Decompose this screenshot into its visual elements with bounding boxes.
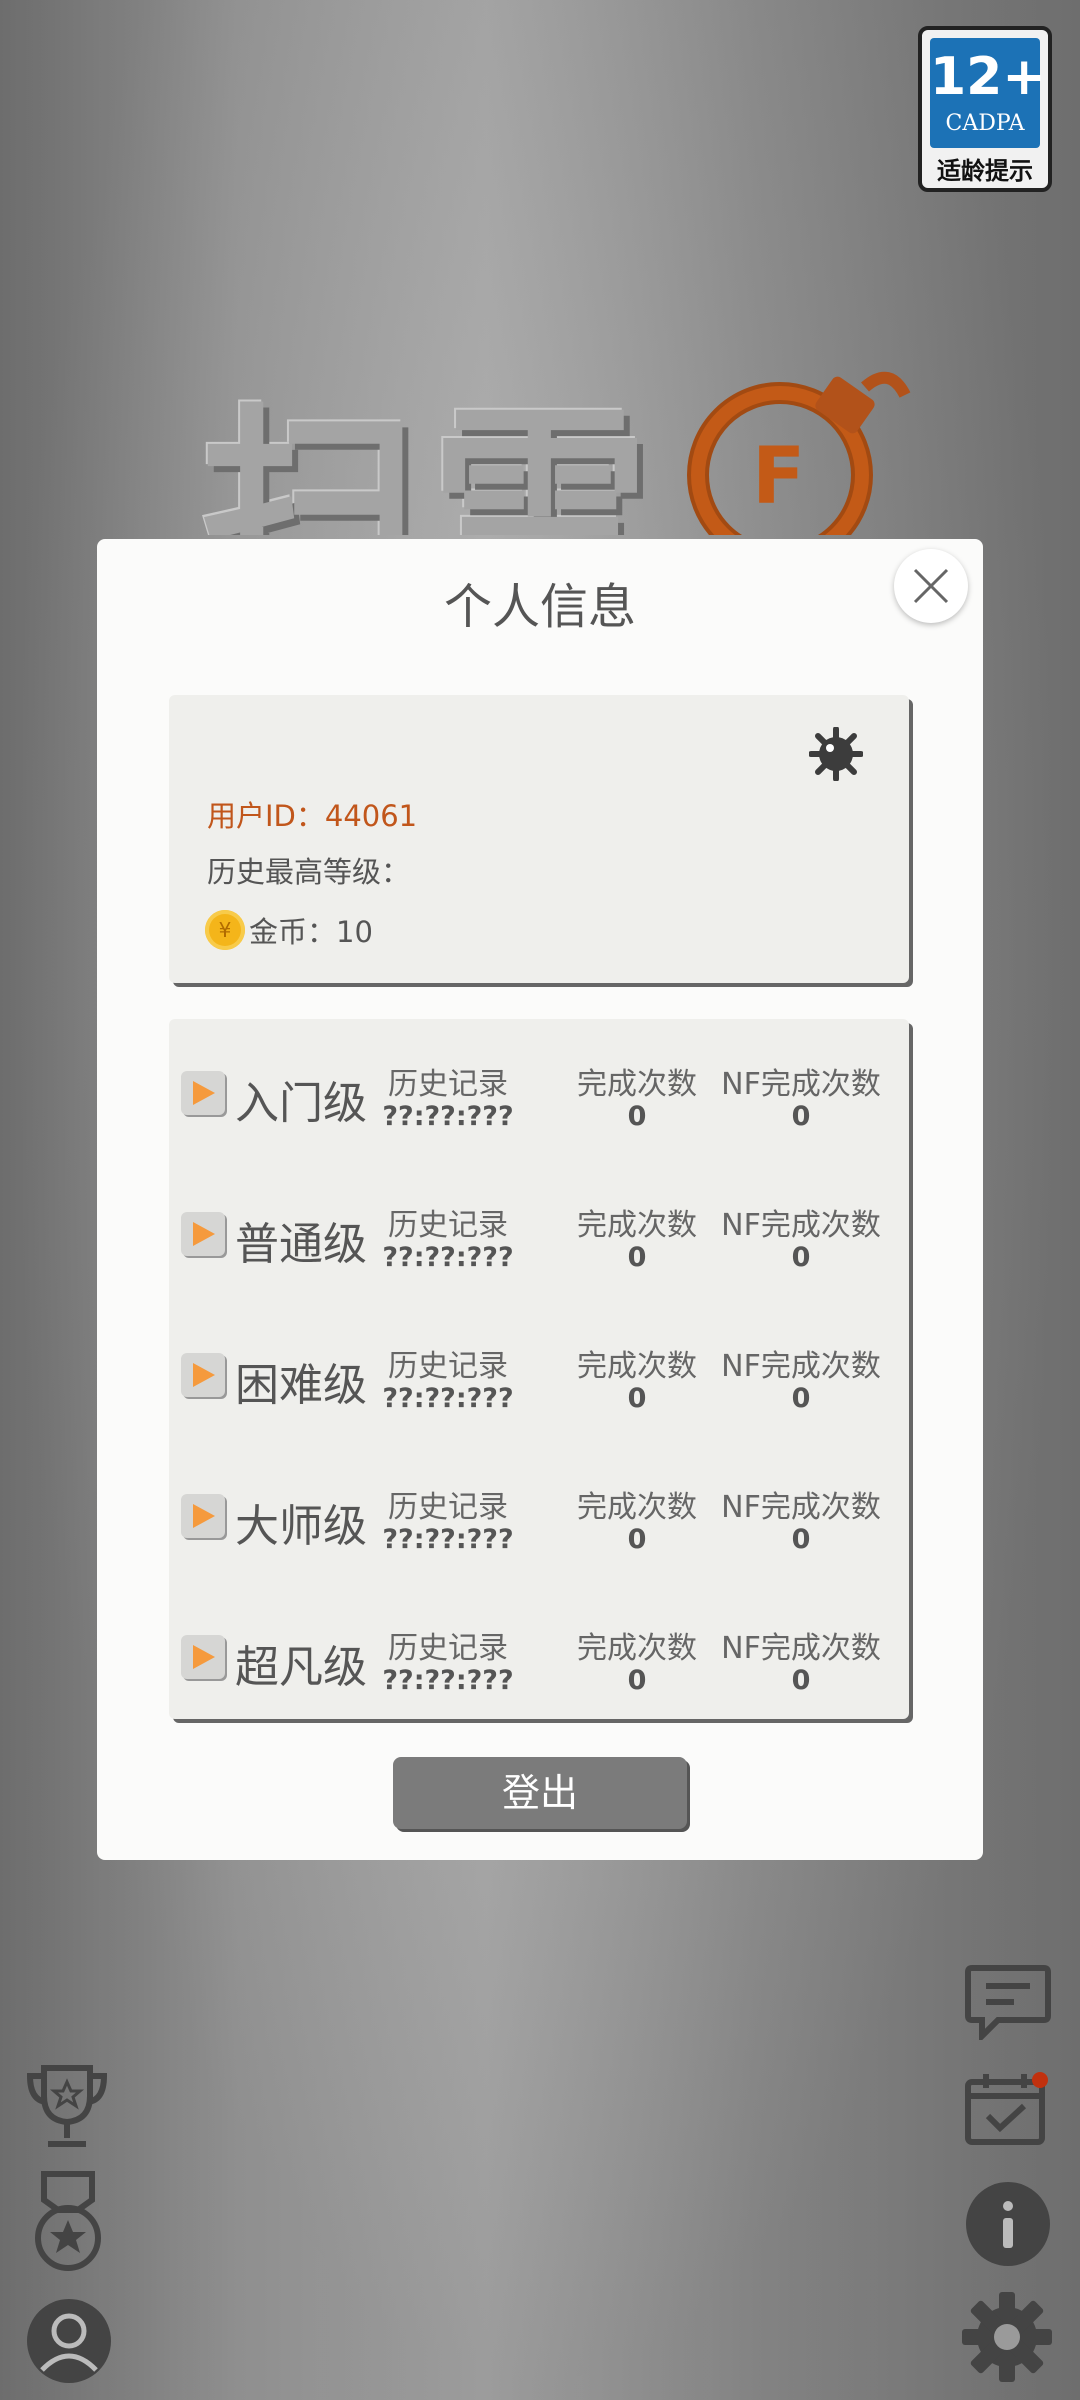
profile-button[interactable] bbox=[24, 2296, 114, 2390]
history-value: ??:??:??? bbox=[382, 1101, 514, 1132]
play-icon bbox=[193, 1222, 215, 1246]
age-rating-tip: 适龄提示 bbox=[937, 157, 1033, 185]
nf-completions-label: NF完成次数 bbox=[721, 1067, 881, 1102]
level-row: 大师级 历史记录 ??:??:??? 完成次数 0 NF完成次数 0 bbox=[169, 1452, 909, 1572]
play-icon bbox=[193, 1363, 215, 1387]
level-row: 困难级 历史记录 ??:??:??? 完成次数 0 NF完成次数 0 bbox=[169, 1311, 909, 1431]
age-rating-badge: 12+ CADPA 适龄提示 bbox=[918, 26, 1052, 192]
user-info-panel: 用户ID：44061 历史最高等级： ¥ 金币：10 bbox=[169, 695, 909, 983]
history-value: ??:??:??? bbox=[382, 1242, 514, 1273]
play-icon bbox=[193, 1645, 215, 1669]
trophy-button[interactable] bbox=[24, 2062, 110, 2156]
settings-button[interactable] bbox=[808, 726, 864, 785]
level-row: 超凡级 历史记录 ??:??:??? 完成次数 0 NF完成次数 0 bbox=[169, 1593, 909, 1713]
nf-completions-label: NF完成次数 bbox=[721, 1631, 881, 1666]
coin-icon: ¥ bbox=[205, 910, 245, 950]
level-name: 入门级 bbox=[235, 1078, 367, 1129]
history-label: 历史记录 bbox=[388, 1631, 508, 1666]
history-value: ??:??:??? bbox=[382, 1524, 514, 1555]
completions-label: 完成次数 bbox=[577, 1490, 697, 1525]
history-value: ??:??:??? bbox=[382, 1383, 514, 1414]
completions-label: 完成次数 bbox=[577, 1208, 697, 1243]
notification-dot bbox=[1032, 2072, 1048, 2088]
level-name: 超凡级 bbox=[235, 1642, 367, 1693]
level-stats-panel: 入门级 历史记录 ??:??:??? 完成次数 0 NF完成次数 0 普通级 历… bbox=[169, 1019, 909, 1719]
completions-label: 完成次数 bbox=[577, 1631, 697, 1666]
completions-label: 完成次数 bbox=[577, 1349, 697, 1384]
max-level-label: 历史最高等级： bbox=[207, 855, 411, 889]
history-label: 历史记录 bbox=[388, 1349, 508, 1384]
user-id: 用户ID：44061 bbox=[207, 799, 418, 833]
nf-completions-label: NF完成次数 bbox=[721, 1490, 881, 1525]
nf-completions-value: 0 bbox=[791, 1242, 811, 1273]
game-logo-text: 扫雷 bbox=[200, 385, 661, 535]
svg-text:F: F bbox=[752, 432, 805, 522]
completions-value: 0 bbox=[627, 1101, 647, 1132]
nf-completions-value: 0 bbox=[791, 1524, 811, 1555]
level-name: 普通级 bbox=[235, 1219, 367, 1270]
dialog-title: 个人信息 bbox=[443, 579, 636, 635]
medal-button[interactable] bbox=[30, 2170, 106, 2278]
nf-completions-label: NF完成次数 bbox=[721, 1208, 881, 1243]
play-button[interactable] bbox=[181, 1071, 225, 1115]
history-label: 历史记录 bbox=[388, 1067, 508, 1102]
coin-text: 金币：10 bbox=[249, 915, 373, 949]
completions-value: 0 bbox=[627, 1242, 647, 1273]
chat-button[interactable] bbox=[964, 1964, 1052, 2044]
profile-icon bbox=[27, 2299, 111, 2383]
play-button[interactable] bbox=[181, 1212, 225, 1256]
level-row: 入门级 历史记录 ??:??:??? 完成次数 0 NF完成次数 0 bbox=[169, 1029, 909, 1149]
history-label: 历史记录 bbox=[388, 1490, 508, 1525]
nf-completions-label: NF完成次数 bbox=[721, 1349, 881, 1384]
level-name: 大师级 bbox=[235, 1501, 367, 1552]
level-row: 普通级 历史记录 ??:??:??? 完成次数 0 NF完成次数 0 bbox=[169, 1170, 909, 1290]
completions-label: 完成次数 bbox=[577, 1067, 697, 1102]
nf-completions-value: 0 bbox=[791, 1101, 811, 1132]
bomb-logo-icon: F bbox=[687, 371, 911, 535]
history-value: ??:??:??? bbox=[382, 1665, 514, 1696]
close-icon bbox=[913, 568, 949, 604]
info-icon bbox=[966, 2182, 1050, 2266]
completions-value: 0 bbox=[627, 1383, 647, 1414]
medal-icon bbox=[35, 2171, 101, 2271]
play-button[interactable] bbox=[181, 1353, 225, 1397]
chat-icon bbox=[965, 1965, 1051, 2044]
logout-button[interactable]: 登出 bbox=[393, 1757, 687, 1829]
play-button[interactable] bbox=[181, 1635, 225, 1679]
settings-gear-button[interactable] bbox=[960, 2290, 1054, 2388]
level-name: 困难级 bbox=[235, 1360, 367, 1411]
play-icon bbox=[193, 1504, 215, 1528]
close-button[interactable] bbox=[894, 549, 968, 623]
profile-dialog: 个人信息 用户ID：44061 历史最高等级： ¥ 金币：10 入门级 历史记录… bbox=[97, 539, 983, 1860]
nf-completions-value: 0 bbox=[791, 1665, 811, 1696]
history-label: 历史记录 bbox=[388, 1208, 508, 1243]
gear-icon bbox=[962, 2292, 1052, 2382]
coin-balance: ¥ 金币：10 bbox=[205, 909, 373, 951]
info-button[interactable] bbox=[964, 2180, 1052, 2272]
nf-completions-value: 0 bbox=[791, 1383, 811, 1414]
age-rating: 12+ bbox=[930, 47, 1046, 107]
play-button[interactable] bbox=[181, 1494, 225, 1538]
trophy-icon bbox=[26, 2065, 108, 2147]
completions-value: 0 bbox=[627, 1665, 647, 1696]
age-rating-org: CADPA bbox=[945, 111, 1025, 136]
daily-checkin-button[interactable] bbox=[964, 2072, 1052, 2150]
settings-icon bbox=[808, 726, 864, 782]
game-logo: 扫雷 F bbox=[200, 355, 940, 535]
play-icon bbox=[193, 1081, 215, 1105]
completions-value: 0 bbox=[627, 1524, 647, 1555]
